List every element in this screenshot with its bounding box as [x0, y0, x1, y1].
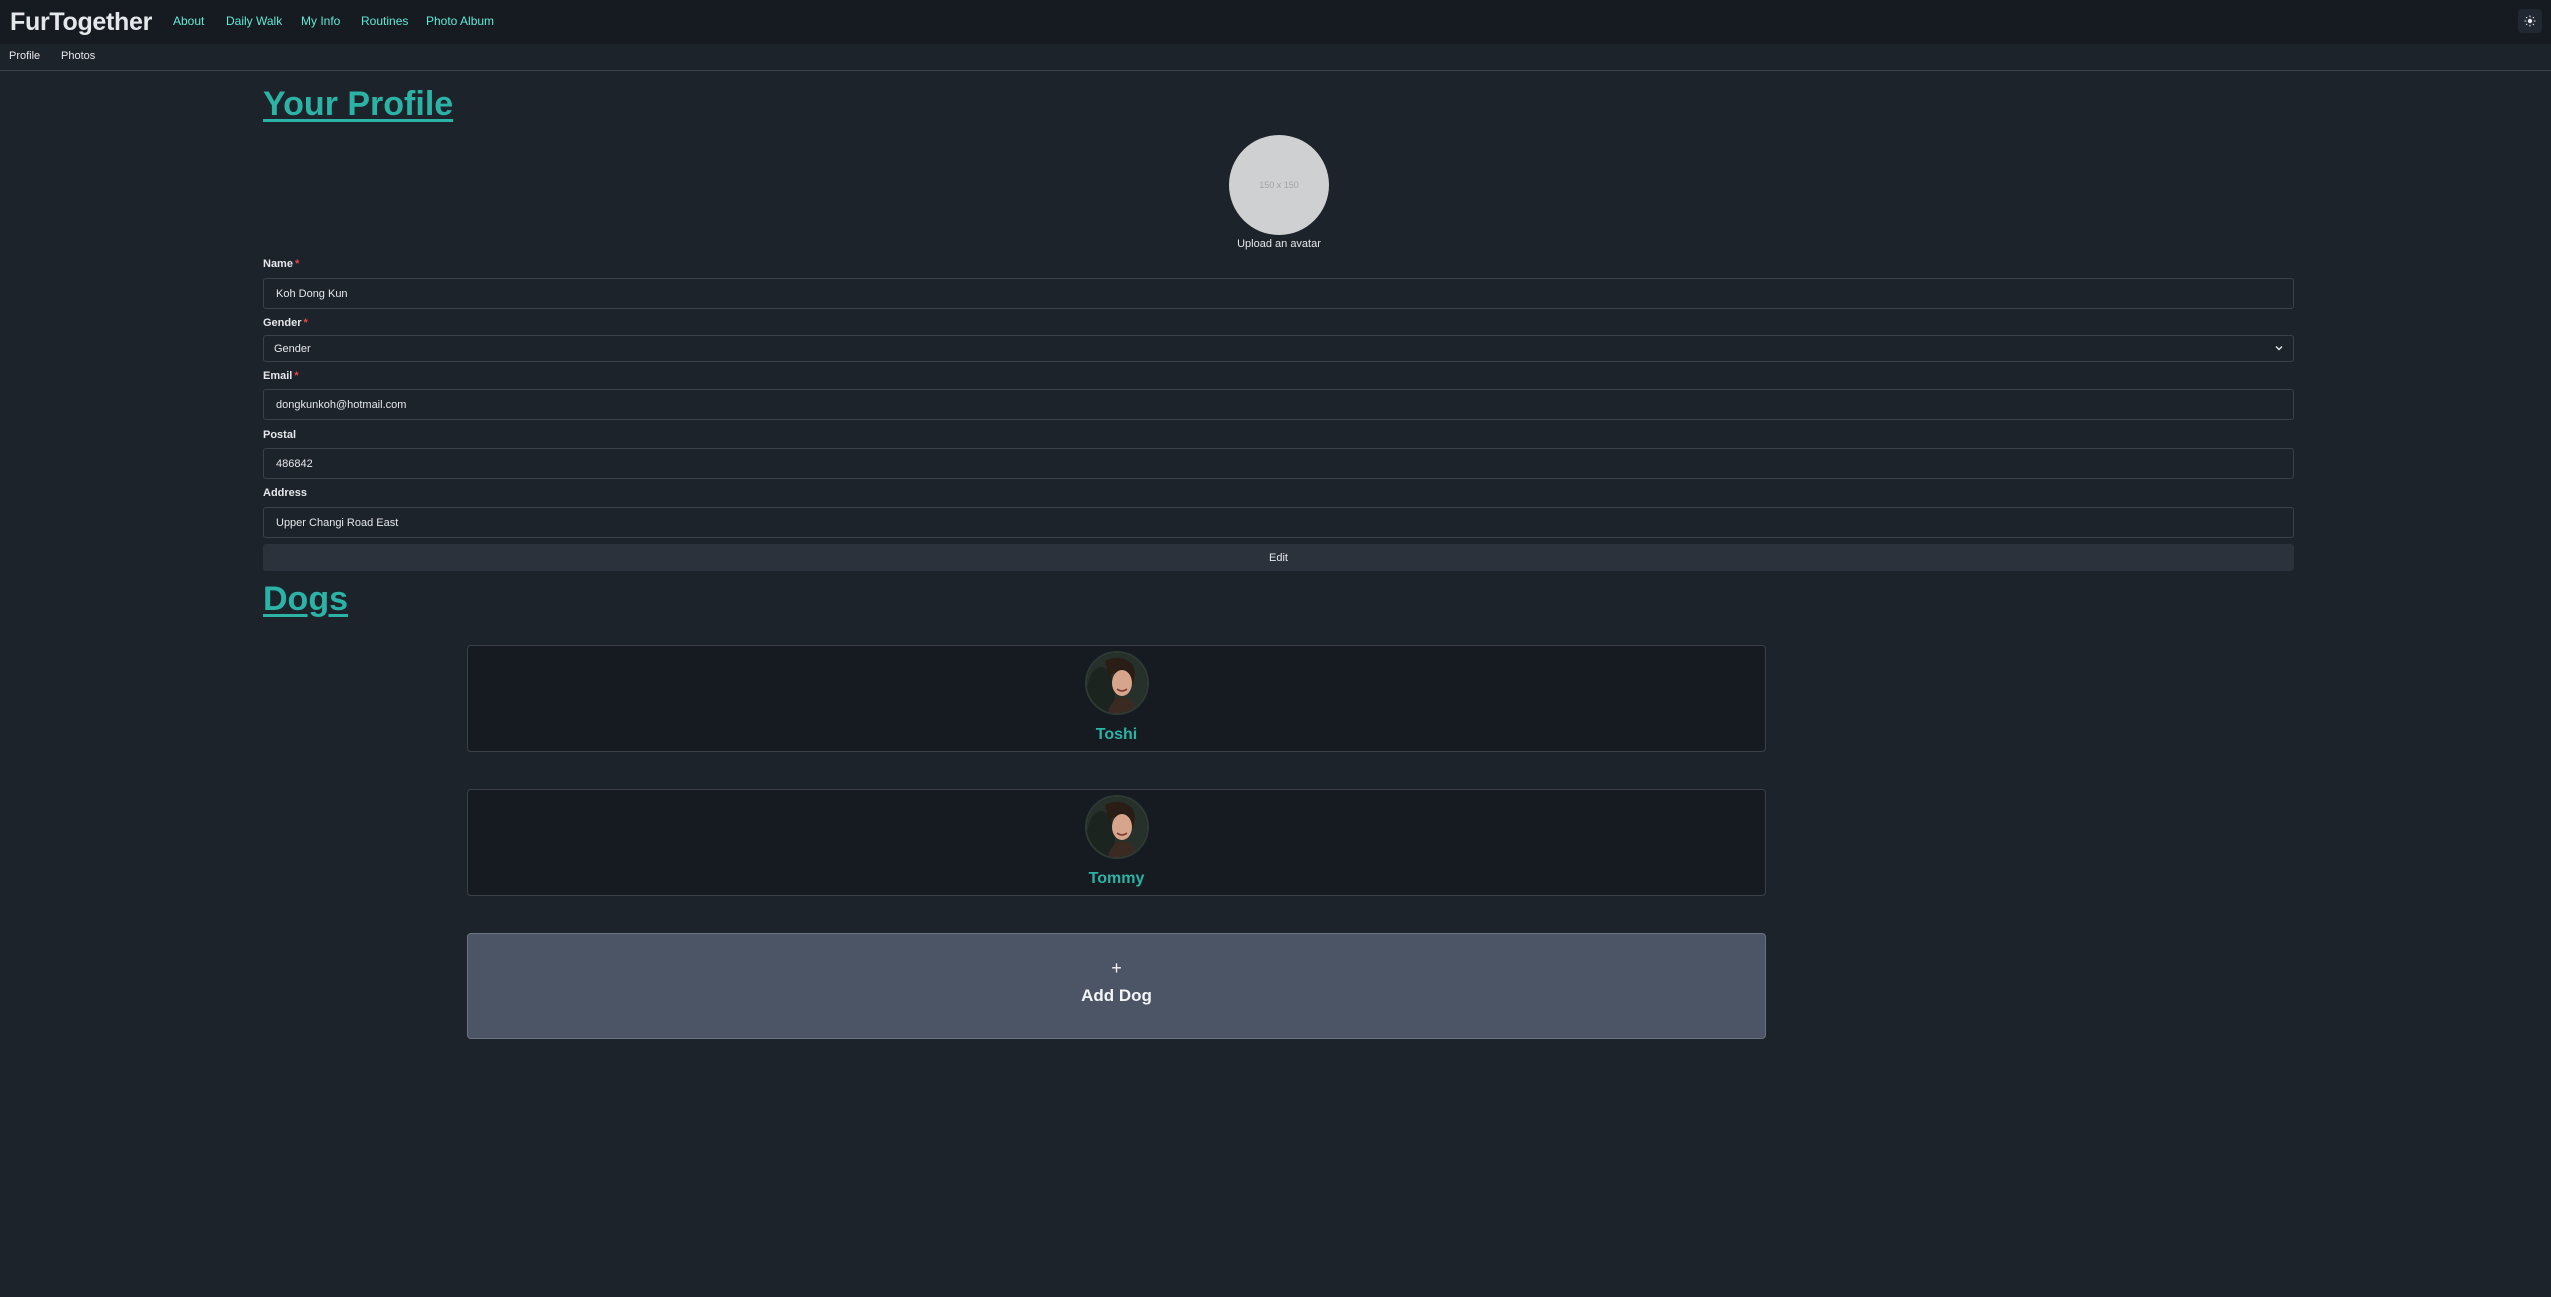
- brand-logo[interactable]: FurTogether: [10, 8, 152, 37]
- name-label: Name *: [263, 258, 300, 270]
- plus-icon: +: [1111, 958, 1122, 978]
- name-field[interactable]: Koh Dong Kun: [263, 278, 2294, 309]
- profile-title: Your Profile: [263, 85, 454, 123]
- gender-select[interactable]: Gender: [263, 335, 2294, 362]
- add-dog-label: Add Dog: [1081, 986, 1152, 1005]
- subnav-photos[interactable]: Photos: [61, 50, 95, 62]
- gender-label: Gender *: [263, 317, 308, 329]
- nav-photo-album[interactable]: Photo Album: [426, 14, 494, 28]
- top-navbar: FurTogether About Daily Walk My Info Rou…: [0, 0, 2551, 44]
- address-label: Address: [263, 487, 308, 499]
- add-dog-button[interactable]: + Add Dog: [467, 933, 1766, 1039]
- dog-name: Tommy: [1088, 870, 1145, 887]
- subnav-profile[interactable]: Profile: [9, 50, 40, 62]
- theme-toggle-button[interactable]: [2518, 9, 2542, 33]
- dog-avatar: [1085, 651, 1149, 715]
- nav-about[interactable]: About: [173, 14, 204, 28]
- email-field[interactable]: dongkunkoh@hotmail.com: [263, 389, 2294, 420]
- edit-button[interactable]: Edit: [263, 544, 2294, 571]
- dog-name: Toshi: [1095, 726, 1138, 743]
- avatar-upload-caption[interactable]: Upload an avatar: [1229, 238, 1329, 250]
- gender-select-value: Gender: [274, 342, 311, 355]
- postal-label: Postal: [263, 429, 297, 441]
- sun-icon: [2524, 15, 2536, 27]
- dog-card-toshi[interactable]: Toshi: [467, 645, 1766, 752]
- email-label: Email *: [263, 370, 299, 382]
- postal-field[interactable]: 486842: [263, 448, 2294, 479]
- dog-card-tommy[interactable]: Tommy: [467, 789, 1766, 896]
- dog-avatar: [1085, 795, 1149, 859]
- nav-routines[interactable]: Routines: [361, 14, 408, 28]
- address-field[interactable]: Upper Changi Road East: [263, 507, 2294, 538]
- dogs-title: Dogs: [263, 580, 348, 618]
- sub-navbar: Profile Photos: [0, 44, 2551, 71]
- nav-my-info[interactable]: My Info: [301, 14, 340, 28]
- avatar-upload[interactable]: 150 x 150: [1229, 135, 1329, 235]
- nav-daily-walk[interactable]: Daily Walk: [226, 14, 282, 28]
- chevron-down-icon: [2275, 346, 2283, 351]
